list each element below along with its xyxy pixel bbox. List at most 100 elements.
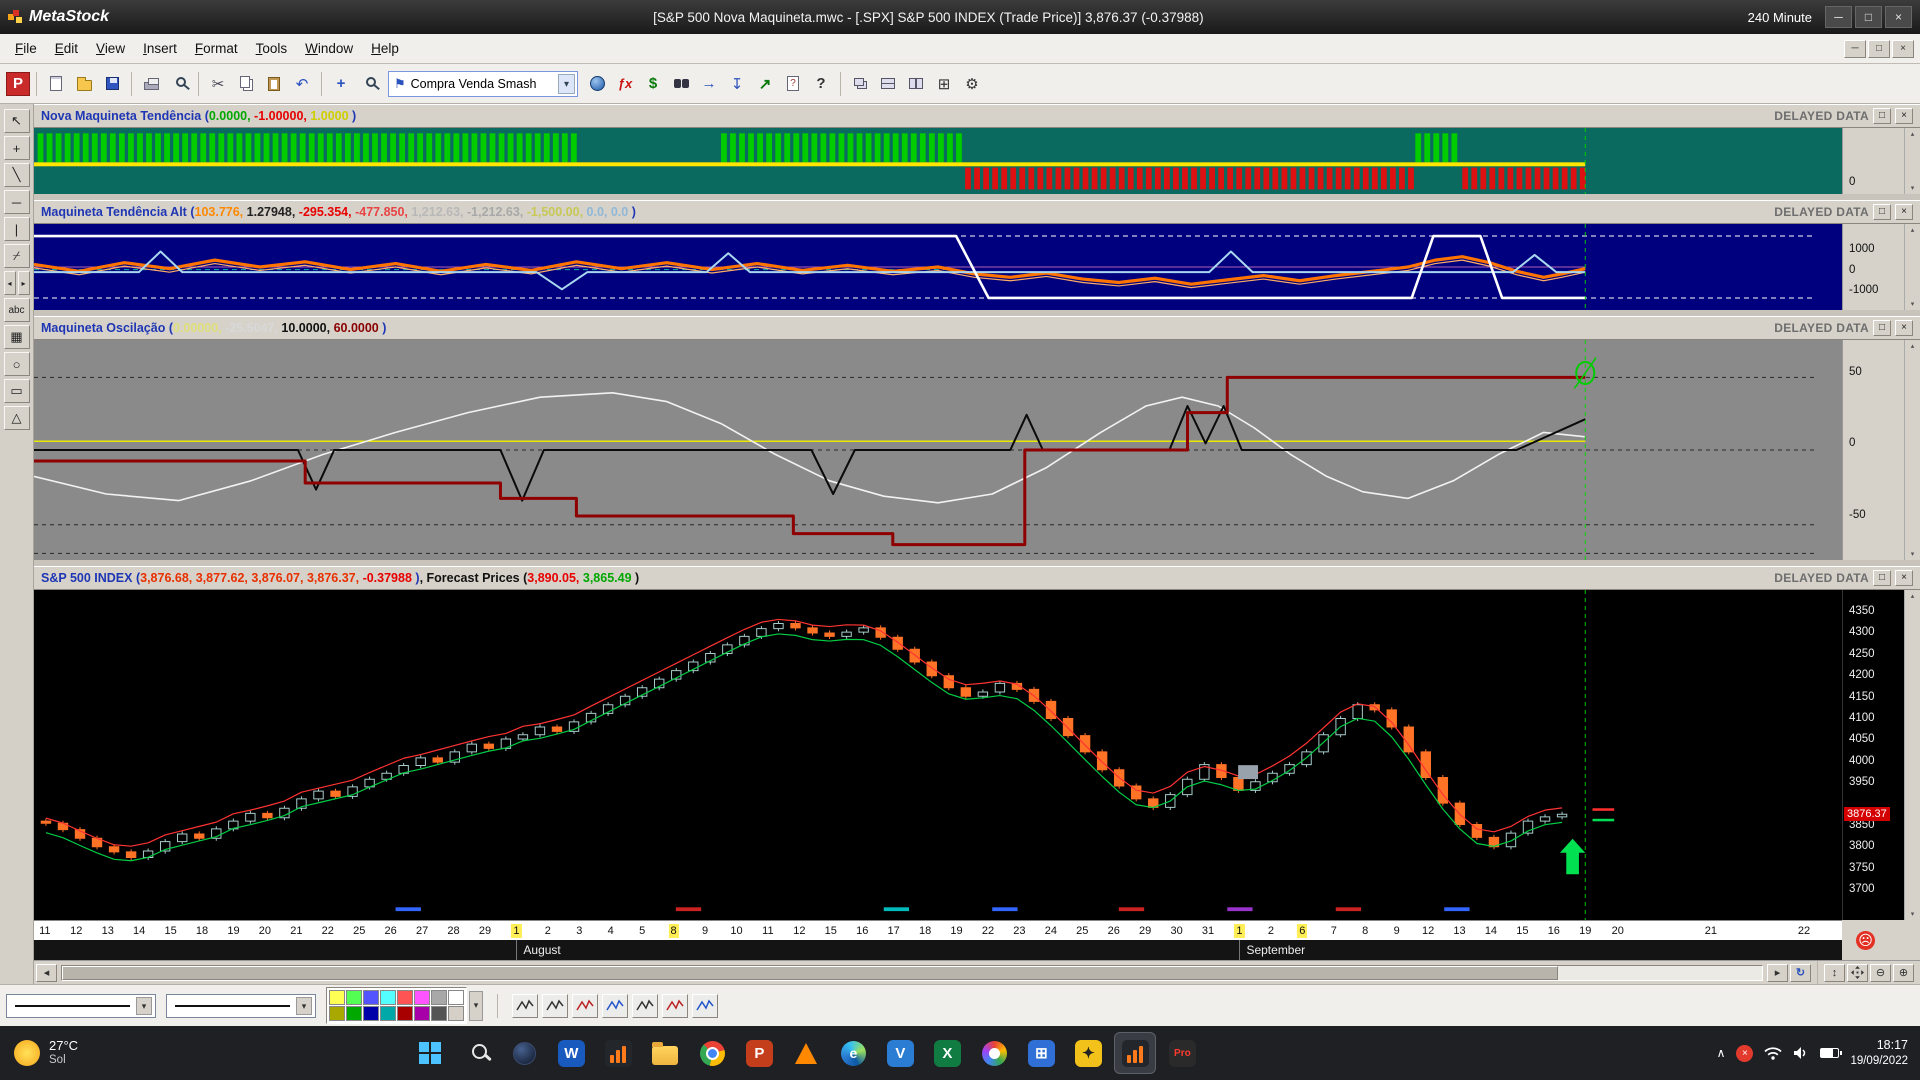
pointer-tool[interactable]: ↖: [3, 109, 30, 133]
panel-2-scrollbar[interactable]: ▴ ▾: [1904, 224, 1920, 310]
child-close-button[interactable]: ×: [1892, 39, 1914, 58]
power-console-button[interactable]: P: [6, 71, 30, 96]
cascade-windows-button[interactable]: [847, 71, 873, 97]
taskbar-bee-app[interactable]: ✦: [1067, 1032, 1109, 1074]
vertical-line-tool[interactable]: |: [3, 217, 30, 241]
panel-3-scrollbar[interactable]: ▴ ▾: [1904, 340, 1920, 560]
menu-window[interactable]: Window: [296, 37, 362, 60]
panel-maximize-button[interactable]: □: [1873, 108, 1891, 124]
color-swatch[interactable]: [346, 1006, 362, 1021]
panel-maximize-button[interactable]: □: [1873, 320, 1891, 336]
close-button[interactable]: ×: [1885, 6, 1912, 28]
combo-dropdown-arrow[interactable]: ▾: [558, 73, 575, 94]
save-button[interactable]: [99, 71, 125, 97]
explorer-scan-button[interactable]: [668, 71, 694, 97]
open-chart-button[interactable]: [71, 71, 97, 97]
menu-insert[interactable]: Insert: [134, 37, 186, 60]
horizontal-scrollbar[interactable]: [61, 964, 1763, 981]
color-swatch[interactable]: [346, 990, 362, 1005]
line-style-select[interactable]: ▾: [6, 993, 156, 1018]
rectangle-tool[interactable]: ▭: [3, 379, 30, 403]
taskbar-task-view[interactable]: [503, 1032, 545, 1074]
line-weight-select[interactable]: ▾: [166, 993, 316, 1018]
color-swatch[interactable]: [431, 990, 447, 1005]
color-swatch[interactable]: [414, 990, 430, 1005]
taskbar-excel[interactable]: X: [926, 1032, 968, 1074]
taskbar-search[interactable]: [456, 1032, 498, 1074]
color-swatch[interactable]: [363, 990, 379, 1005]
panel-maximize-button[interactable]: □: [1873, 204, 1891, 220]
chart-style-button-5[interactable]: [632, 993, 658, 1018]
chart-style-button-7[interactable]: [692, 993, 718, 1018]
tray-alert-icon[interactable]: ×: [1736, 1044, 1754, 1062]
taskbar-grid-app[interactable]: ⊞: [1020, 1032, 1062, 1074]
trendline-tool[interactable]: ╲: [3, 163, 30, 187]
taskbar-powerpoint[interactable]: P: [738, 1032, 780, 1074]
crosshair-button[interactable]: +: [328, 71, 354, 97]
indicator-builder-button[interactable]: ƒx: [612, 71, 638, 97]
wifi-icon[interactable]: [1764, 1046, 1783, 1060]
panel-close-button[interactable]: ×: [1895, 204, 1913, 220]
color-swatch[interactable]: [363, 1006, 379, 1021]
panel-4-chart[interactable]: [34, 590, 1842, 920]
scroll-up-icon[interactable]: ▴: [1911, 592, 1915, 600]
tile-grid-button[interactable]: ⊞: [931, 71, 957, 97]
panel-close-button[interactable]: ×: [1895, 320, 1913, 336]
scroll-right-button[interactable]: ▸: [1767, 963, 1788, 982]
zoom-in-button[interactable]: ⊕: [1893, 963, 1914, 982]
color-swatch[interactable]: [329, 1006, 345, 1021]
taskbar-word[interactable]: W: [550, 1032, 592, 1074]
menu-edit[interactable]: Edit: [46, 37, 87, 60]
taskbar-metastock[interactable]: [1114, 1032, 1157, 1074]
taskbar-browser[interactable]: [973, 1032, 1015, 1074]
tray-chevron-icon[interactable]: ∧: [1717, 1046, 1726, 1060]
refresh-button[interactable]: ↻: [1790, 963, 1811, 982]
copy-button[interactable]: [233, 71, 259, 97]
taskbar-clock[interactable]: 18:17 19/09/2022: [1850, 1037, 1908, 1068]
child-restore-button[interactable]: □: [1868, 39, 1890, 58]
chart-style-button-2[interactable]: [542, 993, 568, 1018]
scroll-down-icon[interactable]: ▾: [1911, 300, 1915, 308]
color-swatch[interactable]: [329, 990, 345, 1005]
taskbar-chrome[interactable]: [691, 1032, 733, 1074]
chart-style-button-3[interactable]: [572, 993, 598, 1018]
undo-button[interactable]: ↶: [289, 71, 315, 97]
select-arrow-icon[interactable]: ▾: [296, 996, 312, 1015]
horizontal-line-tool[interactable]: ─: [3, 190, 30, 214]
taskbar-edge[interactable]: e: [832, 1032, 874, 1074]
color-swatch[interactable]: [397, 1006, 413, 1021]
ellipse-tool[interactable]: ○: [3, 352, 30, 376]
taskbar-metastock-charts[interactable]: [597, 1032, 639, 1074]
zoom-button[interactable]: [356, 71, 382, 97]
scroll-down-icon[interactable]: ▾: [1911, 550, 1915, 558]
scroll-down-icon[interactable]: ▾: [1911, 910, 1915, 918]
grid-tool[interactable]: ▦: [3, 325, 30, 349]
panel-3-chart[interactable]: [34, 340, 1842, 560]
print-preview-button[interactable]: [166, 71, 192, 97]
scroll-right-tool[interactable]: ▸: [17, 271, 30, 295]
child-minimize-button[interactable]: ─: [1844, 39, 1866, 58]
scroll-up-icon[interactable]: ▴: [1911, 226, 1915, 234]
color-swatch[interactable]: [380, 1006, 396, 1021]
color-swatch[interactable]: [431, 1006, 447, 1021]
menu-format[interactable]: Format: [186, 37, 247, 60]
taskbar-code[interactable]: V: [879, 1032, 921, 1074]
menu-help[interactable]: Help: [362, 37, 408, 60]
panel-1-chart[interactable]: [34, 128, 1842, 194]
scroll-up-icon[interactable]: ▴: [1911, 342, 1915, 350]
forecaster-button[interactable]: →: [696, 71, 722, 97]
settings-gear-button[interactable]: ⚙: [959, 71, 985, 97]
panel-close-button[interactable]: ×: [1895, 108, 1913, 124]
menu-tools[interactable]: Tools: [247, 37, 297, 60]
select-arrow-icon[interactable]: ▾: [136, 996, 152, 1015]
indicator-combo[interactable]: ⚑ Compra Venda Smash ▾: [388, 70, 578, 97]
vertical-scale-button[interactable]: ↕: [1824, 963, 1845, 982]
taskbar-pro-app[interactable]: Pro: [1161, 1032, 1203, 1074]
panel-close-button[interactable]: ×: [1895, 570, 1913, 586]
report-button[interactable]: [780, 71, 806, 97]
chart-style-button-6[interactable]: [662, 993, 688, 1018]
system-tester-button[interactable]: $: [640, 71, 666, 97]
chart-style-button-4[interactable]: [602, 993, 628, 1018]
taskbar-file-explorer[interactable]: [644, 1032, 686, 1074]
tile-vertical-button[interactable]: [903, 71, 929, 97]
